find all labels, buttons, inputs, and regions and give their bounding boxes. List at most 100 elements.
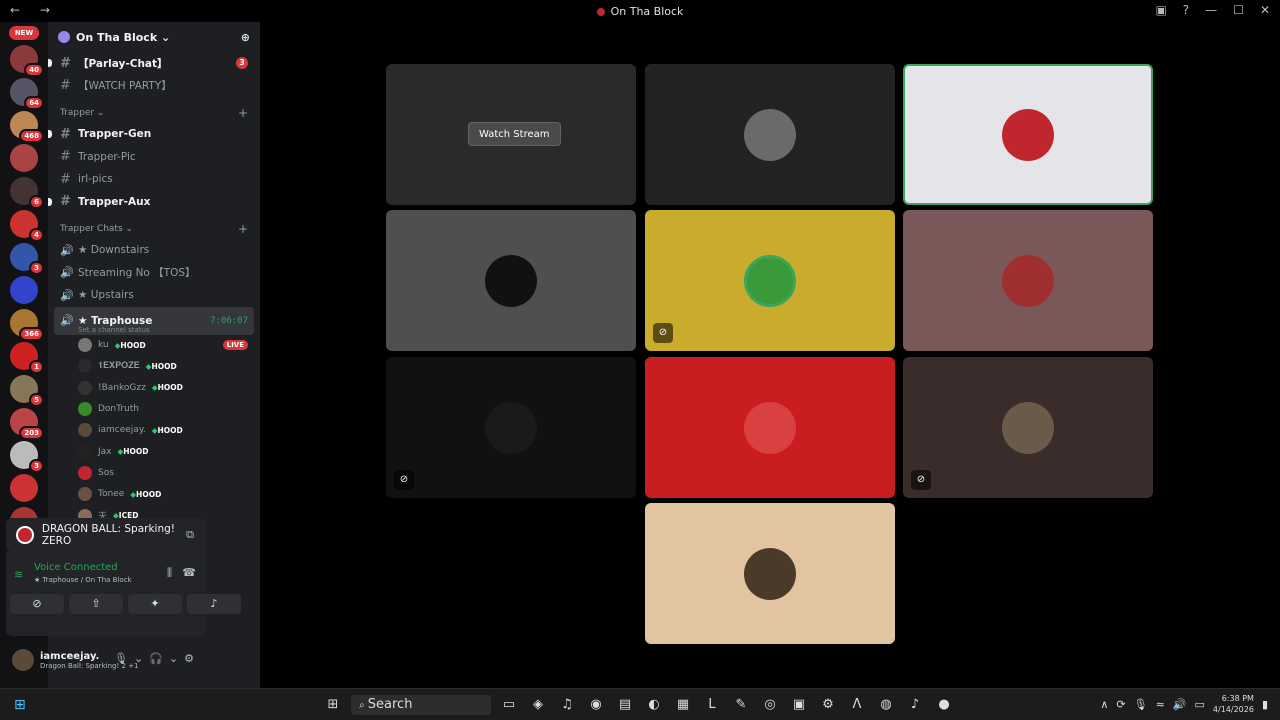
server-icon[interactable] bbox=[10, 276, 38, 304]
folder-icon[interactable]: ▤ bbox=[614, 695, 636, 715]
voice-user[interactable]: Jax HOOD bbox=[48, 441, 260, 462]
music-icon[interactable]: ♫ bbox=[556, 695, 578, 715]
camera-button[interactable]: ⊘ bbox=[10, 594, 64, 614]
watch-stream-button[interactable]: Watch Stream bbox=[468, 122, 561, 146]
taskbar-search[interactable]: ⌕ Search bbox=[351, 695, 491, 715]
pen-icon[interactable]: ✎ bbox=[730, 695, 752, 715]
channel-item[interactable]: # Trapper-Gen bbox=[48, 123, 260, 146]
participant-avatar bbox=[744, 254, 796, 307]
hash-icon: # bbox=[60, 171, 71, 187]
server-icon[interactable]: 3 bbox=[10, 243, 44, 275]
notification-icon[interactable]: ▮ bbox=[1262, 698, 1268, 711]
speaker-icon: 🔊 bbox=[60, 266, 74, 280]
channel-item[interactable]: # 【WATCH PARTY】 bbox=[48, 75, 260, 98]
voice-user[interactable]: !BankoGzz HOOD bbox=[48, 377, 260, 398]
windows-start-icon[interactable]: ⊞ bbox=[322, 695, 344, 715]
start-button-icon[interactable]: ⊞ bbox=[14, 698, 28, 712]
discord-taskbar-icon[interactable]: ◎ bbox=[759, 695, 781, 715]
server-icon[interactable]: 64 bbox=[10, 78, 44, 110]
channel-status[interactable]: Set a channel status bbox=[78, 326, 150, 334]
video-tile[interactable] bbox=[645, 357, 895, 498]
camera-off-icon: ⊘ bbox=[653, 323, 673, 343]
server-icon[interactable]: 366 bbox=[10, 309, 44, 341]
help-icon[interactable]: ? bbox=[1183, 3, 1189, 17]
channel-item[interactable]: # Trapper-Pic bbox=[48, 146, 260, 169]
voice-channel-active[interactable]: 🔊 ★ Traphouse 7:06:07 Set a channel status bbox=[54, 306, 254, 335]
user-controls[interactable]: 🎙⌄🎧⌄⚙ bbox=[114, 652, 200, 665]
server-icon[interactable]: 3 bbox=[10, 441, 44, 473]
channel-item[interactable]: # 【Parlay-Chat】 3 bbox=[48, 52, 260, 75]
server-icon[interactable] bbox=[10, 144, 38, 172]
tray-chevron-icon[interactable]: ∧ bbox=[1100, 698, 1108, 711]
video-tile[interactable] bbox=[386, 210, 636, 351]
tiktok-icon[interactable]: ♪ bbox=[904, 695, 926, 715]
teams-icon[interactable]: ◉ bbox=[585, 695, 607, 715]
wifi-icon[interactable]: ≈ bbox=[1156, 698, 1165, 711]
minimize-button[interactable]: — bbox=[1205, 3, 1217, 17]
stream-screen-icon[interactable]: ⧉ bbox=[186, 528, 194, 542]
signal-icon[interactable]: ≋ bbox=[14, 568, 23, 581]
voice-user[interactable]: 𝟏𝐄𝐗𝐏𝐎𝐙𝐄 HOOD bbox=[48, 356, 260, 377]
video-tile[interactable]: ⊘ bbox=[645, 210, 895, 351]
server-icon[interactable]: 6 bbox=[10, 177, 44, 209]
disconnect-icon[interactable]: ☎ bbox=[182, 566, 196, 579]
server-icon[interactable]: 4 bbox=[10, 210, 44, 242]
video-tile[interactable]: ⊘ bbox=[386, 357, 636, 498]
noise-suppression-icon[interactable]: ⫼ bbox=[167, 566, 172, 580]
maximize-button[interactable]: ☐ bbox=[1233, 3, 1244, 17]
voice-channel[interactable]: 🔊 Streaming No 【TOS】 bbox=[48, 262, 260, 285]
user-tag: HOOD bbox=[152, 383, 183, 392]
task-view-icon[interactable]: ▭ bbox=[498, 695, 520, 715]
server-icon[interactable]: 1 bbox=[10, 342, 44, 374]
video-tile[interactable] bbox=[645, 503, 895, 644]
soundboard-button[interactable]: ♪ bbox=[187, 594, 241, 614]
voice-channel-name[interactable]: ★ Traphouse / On Tha Block bbox=[34, 576, 132, 584]
app-l-icon[interactable]: L bbox=[701, 695, 723, 715]
server-icon[interactable]: 203 bbox=[10, 408, 44, 440]
store-icon[interactable]: ▦ bbox=[672, 695, 694, 715]
server-icon[interactable]: 468 bbox=[10, 111, 44, 143]
channel-item[interactable]: # Trapper-Aux bbox=[48, 191, 260, 214]
channel-item[interactable]: # irl-pics bbox=[48, 168, 260, 191]
add-channel-icon[interactable]: + bbox=[238, 222, 248, 236]
clock[interactable]: 6:38 PM 4/14/2026 bbox=[1213, 693, 1254, 715]
avatar bbox=[78, 423, 92, 438]
voice-user[interactable]: ku HOOD LIVE bbox=[48, 335, 260, 356]
guild-header[interactable]: On Tha Block ⌄ ⊕ bbox=[48, 22, 260, 52]
voice-channel[interactable]: 🔊 ★ Downstairs bbox=[48, 239, 260, 262]
video-tile[interactable]: ⊘ bbox=[903, 357, 1153, 498]
spotify-icon[interactable]: ◍ bbox=[875, 695, 897, 715]
activities-button[interactable]: ✦ bbox=[128, 594, 182, 614]
mic-icon[interactable]: 🎙 bbox=[1134, 698, 1148, 711]
edge-icon[interactable]: ◐ bbox=[643, 695, 665, 715]
server-icon[interactable]: 5 bbox=[10, 375, 44, 407]
video-tile[interactable]: Watch Stream bbox=[386, 64, 636, 205]
voice-user[interactable]: DonTruth bbox=[48, 398, 260, 419]
invite-people-icon[interactable]: ⊕ bbox=[241, 31, 250, 44]
video-tile[interactable] bbox=[903, 210, 1153, 351]
server-icon[interactable]: 40 bbox=[10, 45, 44, 77]
battery-icon[interactable]: ▭ bbox=[1195, 698, 1205, 711]
voice-channel[interactable]: 🔊 ★ Upstairs bbox=[48, 284, 260, 307]
volume-icon[interactable]: 🔊 bbox=[1173, 698, 1187, 711]
inbox-icon[interactable]: ▣ bbox=[1155, 3, 1166, 17]
voice-status[interactable]: Voice Connected bbox=[34, 562, 118, 573]
server-icon[interactable] bbox=[10, 474, 38, 502]
steam-icon[interactable]: ⚙ bbox=[817, 695, 839, 715]
close-button[interactable]: ✕ bbox=[1260, 3, 1270, 17]
chat-icon[interactable]: ▣ bbox=[788, 695, 810, 715]
adobe-icon[interactable]: Λ bbox=[846, 695, 868, 715]
game-taskbar-icon[interactable]: ● bbox=[933, 695, 955, 715]
category-trapper[interactable]: Trapper ⌄ + bbox=[48, 103, 260, 123]
category-trapper-chats[interactable]: Trapper Chats ⌄ + bbox=[48, 219, 260, 239]
voice-user[interactable]: Tonee HOOD bbox=[48, 484, 260, 505]
sync-icon[interactable]: ⟳ bbox=[1116, 698, 1125, 711]
voice-user[interactable]: Sos bbox=[48, 462, 260, 483]
add-channel-icon[interactable]: + bbox=[238, 106, 248, 120]
share-screen-button[interactable]: ⇧ bbox=[69, 594, 123, 614]
voice-user[interactable]: iamceejay. HOOD bbox=[48, 420, 260, 441]
copilot-icon[interactable]: ◈ bbox=[527, 695, 549, 715]
video-tile[interactable] bbox=[645, 64, 895, 205]
video-tile[interactable] bbox=[903, 64, 1153, 205]
avatar[interactable] bbox=[12, 649, 34, 671]
